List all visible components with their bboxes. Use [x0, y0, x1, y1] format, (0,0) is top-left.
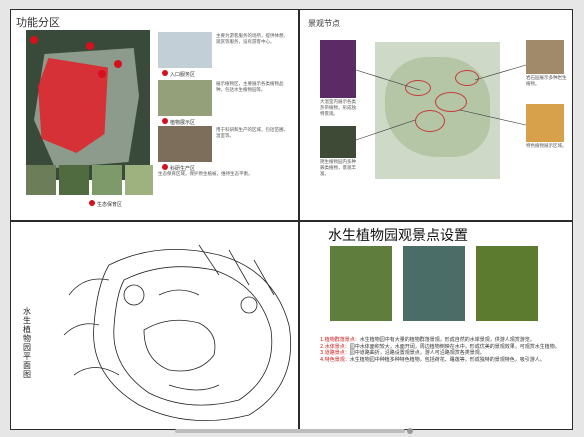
- caption: 入口服务区: [170, 72, 196, 78]
- zone-text: 主要为游客服务的场所，提供休憩、观赏等服务，设有游客中心。: [216, 34, 288, 45]
- panel-landscape-nodes: 景观节点 大温室内展示各类热带植物，形成独特景观。 阴生植物园内多种蕨类植物，景…: [300, 10, 572, 220]
- hand-drawn-plan: [63, 244, 292, 422]
- thumb-photo: [92, 165, 122, 195]
- zone-text: 展示植物区，主要展示各类植物品种，包括水生植物园等。: [216, 82, 284, 93]
- horizontal-scrollbar[interactable]: [175, 428, 413, 434]
- panel-function-zones: 功能分区 入口服务区 主要为游客服务的场所，提供休憩、观赏等服务，设有游客中心。…: [11, 10, 298, 220]
- item-label: 3.道路景点：: [320, 350, 350, 357]
- photo-path: [476, 246, 538, 321]
- document-grid: 功能分区 入口服务区 主要为游客服务的场所，提供休憩、观赏等服务，设有游客中心。…: [10, 9, 573, 430]
- item-label: 1.植物群落景点：: [320, 337, 360, 343]
- viewpoint-list: 1.植物群落景点：水生植物园中有大量的植物群落景观，形成自然的水岸景观，供游人观…: [320, 337, 560, 363]
- zone-text: 用于科研和生产的区域，包括苗圃、温室等。: [216, 128, 288, 139]
- caption: 生态保育区: [97, 202, 123, 208]
- marker-dot: [86, 42, 94, 50]
- thumb-photo: [125, 165, 153, 195]
- plan-vertical-label: 水生植物园平面图: [23, 307, 31, 379]
- thumb-photo: [158, 32, 212, 68]
- thumb-photo: [526, 40, 564, 74]
- thumb-photo: [526, 104, 564, 142]
- thumb-photo: [59, 165, 89, 195]
- item-text: 园中道路曲折，沿路设置观景点，游人可沿路观赏各类景观。: [349, 350, 485, 357]
- node-caption: 特色植物展示区域。: [526, 144, 567, 149]
- marker-dot: [114, 60, 122, 68]
- marker-dot: [162, 70, 168, 76]
- marker-dot: [162, 118, 168, 124]
- marker-dot: [30, 36, 38, 44]
- item-text: 水生植物园中有大量的植物群落景观，形成自然的水岸景观，供游人观赏游览。: [359, 337, 535, 343]
- list-item: 3.道路景点：园中道路曲折，沿路设置观景点，游人可沿路观赏各类景观。: [320, 350, 560, 357]
- caption: 植物展示区: [170, 120, 196, 126]
- zone-map: [26, 30, 150, 180]
- item-text: 园中水体面积较大，水面开阔，周边植物倒映在水中，形成优美的景观效果，可观赏水生植…: [349, 343, 560, 350]
- photo-lake: [403, 246, 465, 321]
- marker-dot: [98, 70, 106, 78]
- marker-dot: [89, 200, 95, 206]
- item-label: 2.水体景点：: [320, 343, 350, 350]
- thumb-photo: [158, 80, 212, 116]
- list-item: 1.植物群落景点：水生植物园中有大量的植物群落景观，形成自然的水岸景观，供游人观…: [320, 337, 560, 344]
- marker-dot: [162, 164, 168, 170]
- item-text: 水生植物园中种植多种特色植物，包括荷花、睡莲等，形成独特的景观特色，吸引游人。: [349, 356, 545, 363]
- panel-viewpoints: 水生植物园观景点设置 1.植物群落景点：水生植物园中有大量的植物群落景观，形成自…: [300, 222, 572, 429]
- thumb-photo: [26, 165, 56, 195]
- photo-pond: [330, 246, 392, 321]
- panel-sketch-plan: 水生植物园平面图: [11, 222, 298, 429]
- panel-title: 水生植物园观景点设置: [328, 228, 468, 244]
- thumb-photo: [158, 126, 212, 162]
- item-label: 4.特色景观：: [320, 356, 350, 363]
- zone-text: 生态保育区域，保护原生植被，维持生态平衡。: [158, 172, 253, 177]
- panel-title: 功能分区: [16, 16, 60, 29]
- node-caption: 岩石园展示多种岩生植物。: [526, 76, 567, 87]
- list-item: 4.特色景观：水生植物园中种植多种特色植物，包括荷花、睡莲等，形成独特的景观特色…: [320, 357, 560, 364]
- caption: 科研生产区: [170, 166, 196, 172]
